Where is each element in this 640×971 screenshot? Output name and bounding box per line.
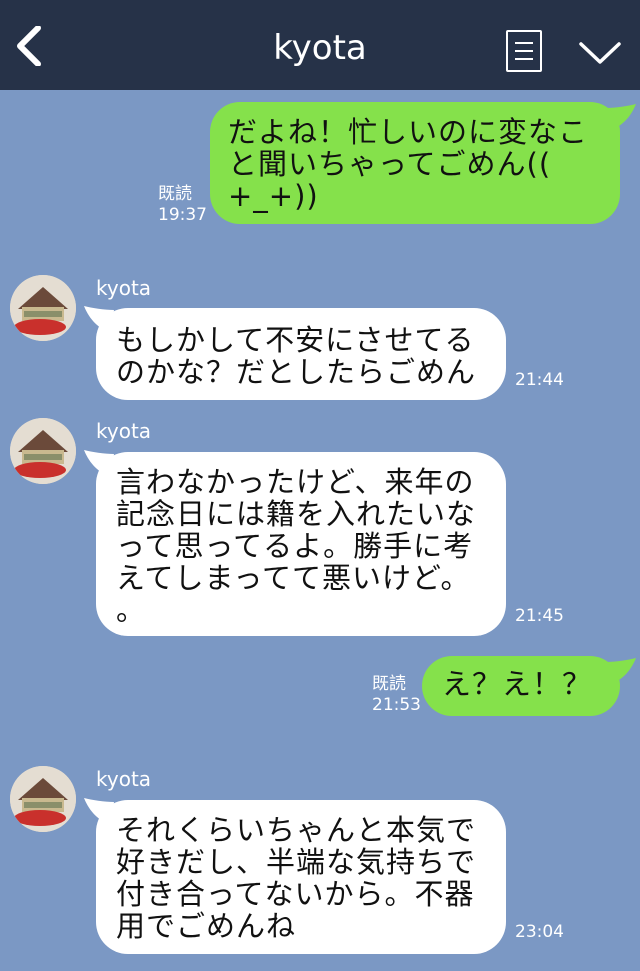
message-time: 21:45 xyxy=(515,606,564,626)
avatar[interactable] xyxy=(10,766,76,832)
sender-name: kyota xyxy=(96,276,152,300)
message-bubble[interactable]: 言わなかったけど、来年の 記念日には籍を入れたいな って思ってるよ。勝手に考 え… xyxy=(96,452,506,636)
message-bubble[interactable]: え？え！？ xyxy=(422,656,620,716)
message-meta: 既読 21:53 xyxy=(372,674,421,716)
collapse-button[interactable] xyxy=(578,36,622,66)
message-meta: 既読 19:37 xyxy=(158,184,207,226)
message-time: 19:37 xyxy=(158,205,207,225)
message-bubble[interactable]: もしかして不安にさせてる のかな？だとしたらごめん xyxy=(96,308,506,400)
message-bubble[interactable]: それくらいちゃんと本気で 好きだし、半端な気持ちで 付き合ってないから。不器 用… xyxy=(96,800,506,954)
chevron-down-icon xyxy=(579,42,621,64)
message-time: 21:53 xyxy=(372,695,421,715)
chat-title: kyota xyxy=(273,28,367,68)
sender-name: kyota xyxy=(96,767,152,791)
message-time: 21:44 xyxy=(515,370,564,390)
read-receipt: 既読 xyxy=(158,184,192,204)
chat-header: kyota xyxy=(0,0,640,90)
message-bubble[interactable]: だよね！忙しいのに変なこ と聞いちゃってごめん(( +_+)) xyxy=(210,102,620,224)
sender-name: kyota xyxy=(96,419,152,443)
note-menu-button[interactable] xyxy=(506,30,542,72)
read-receipt: 既読 xyxy=(372,674,406,694)
avatar[interactable] xyxy=(10,275,76,341)
avatar[interactable] xyxy=(10,418,76,484)
message-time: 23:04 xyxy=(515,922,564,942)
